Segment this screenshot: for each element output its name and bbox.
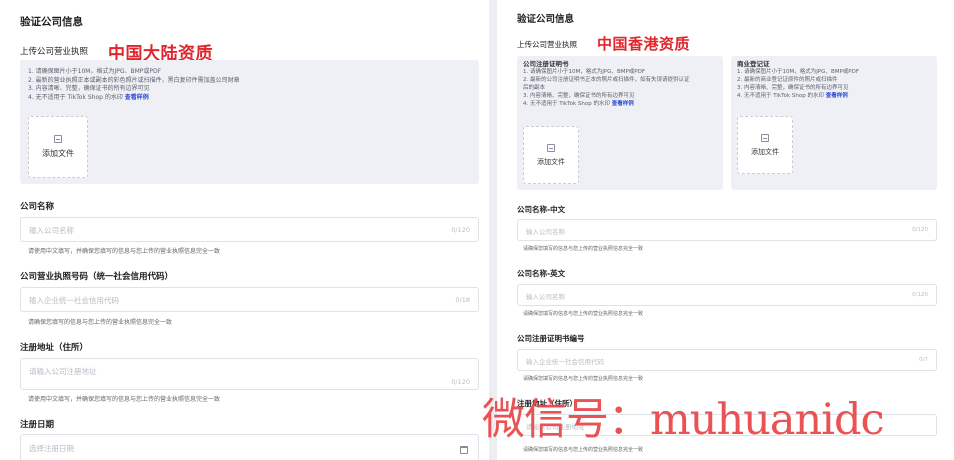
file-icon — [54, 135, 62, 143]
registration-date-label: 注册日期 — [20, 420, 55, 430]
field-hint: 请确保您填写的信息与您上传的营业执照信息完全一致 — [523, 246, 644, 252]
cert-number-label: 公司注册证明书编号 — [517, 334, 585, 343]
input-placeholder: 输入公司名称 — [526, 293, 565, 301]
input-placeholder: 请输入公司注册地址 — [29, 367, 97, 376]
char-counter: 0/120 — [451, 378, 470, 386]
upload-instructions: 商业登记证 1. 请确保图片小于10M，格式为JPG、BMP或PDF 2. 最新… — [737, 60, 859, 101]
file-icon — [761, 133, 769, 142]
input-placeholder: 输入企业统一社会信用代码 — [29, 296, 119, 305]
instruction-line: 4. 无不适用于 TikTok Shop 的水印 查看样例 — [523, 100, 634, 107]
upload-label: 上传公司营业执照 — [20, 47, 89, 57]
input-placeholder: 输入公司名称 — [29, 226, 74, 235]
instruction-line: 3. 内容清晰、完整，确保证书的所有边界可见 — [523, 92, 635, 99]
field-hint: 请确保您填写的信息与您上传的营业执照信息完全一致 — [523, 447, 644, 453]
company-name-input[interactable]: 输入公司名称 0/120 — [20, 217, 479, 242]
upload-area: 1. 请确保图片小于10M，格式为JPG、BMP或PDF 2. 最新的营业执照正… — [20, 60, 479, 184]
registration-date-picker[interactable]: 选择注册日期 — [20, 434, 479, 460]
add-file-label: 添加文件 — [42, 149, 74, 158]
mainland-form-panel: 验证公司信息 上传公司营业执照 中国大陆资质 1. 请确保图片小于10M，格式为… — [0, 0, 489, 460]
cert-incorporation-upload: 公司注册证明书 1. 请确保图片小于10M，格式为JPG、BMP或PDF 2. … — [517, 56, 723, 190]
license-number-input[interactable]: 输入企业统一社会信用代码 0/18 — [20, 287, 479, 312]
upload-label: 上传公司营业执照 — [517, 40, 577, 49]
instruction-line: 1. 请确保图片小于10M，格式为JPG、BMP或PDF — [523, 68, 645, 75]
instruction-line: 后的副本 — [523, 84, 546, 91]
company-name-en-label: 公司名称-英文 — [517, 269, 566, 278]
field-hint: 请确保您填写的信息与您上传的营业执照信息完全一致 — [523, 311, 644, 317]
view-sample-link[interactable]: 查看样例 — [125, 94, 149, 101]
cert-title: 公司注册证明书 — [523, 60, 569, 68]
char-counter: 0/120 — [912, 227, 928, 233]
upload-instructions: 1. 请确保图片小于10M，格式为JPG、BMP或PDF 2. 最新的营业执照正… — [28, 68, 240, 102]
char-counter: 0/120 — [451, 226, 470, 234]
input-placeholder: 选择注册日期 — [29, 444, 74, 453]
company-name-label: 公司名称 — [20, 202, 55, 212]
file-icon — [547, 143, 555, 152]
license-number-label: 公司营业执照号码（统一社会信用代码） — [20, 272, 174, 282]
add-file-button[interactable]: 添加文件 — [28, 116, 88, 178]
company-name-cn-label: 公司名称-中文 — [517, 205, 566, 214]
upload-instructions: 公司注册证明书 1. 请确保图片小于10M，格式为JPG、BMP或PDF 2. … — [523, 60, 690, 108]
input-placeholder: 输入企业统一社会信用代码 — [526, 358, 604, 366]
page-title: 验证公司信息 — [517, 14, 575, 25]
view-sample-link[interactable]: 查看样例 — [612, 101, 634, 107]
instruction-line: 3. 内容清晰、完整，确保证书的所有边界可见 — [737, 84, 849, 91]
business-registration-upload: 商业登记证 1. 请确保图片小于10M，格式为JPG、BMP或PDF 2. 最新… — [731, 56, 937, 190]
char-counter: 0/120 — [912, 292, 928, 298]
cert-number-input[interactable]: 输入企业统一社会信用代码 0/7 — [517, 349, 937, 371]
instruction-line: 2. 最新的商业登记证原件的照片或扫描件 — [737, 76, 838, 83]
instruction-line: 4. 无不适用于 TikTok Shop 的水印 查看样例 — [737, 92, 848, 99]
field-hint: 请使用中文填写，并确保您填写的信息与您上传的营业执照信息完全一致 — [28, 248, 221, 255]
add-file-button[interactable]: 添加文件 — [523, 126, 579, 184]
watermark-text: 微信号：muhuanidc — [482, 395, 885, 445]
instruction-line: 1. 请确保图片小于10M，格式为JPG、BMP或PDF — [737, 68, 859, 75]
instruction-line: 4. 无不适用于 TikTok Shop 的水印 查看样例 — [28, 93, 149, 101]
instruction-line: 2. 最新的公司注册证明书正本的照片或扫描件，如有失误请提供认证 — [523, 76, 690, 83]
instruction-line: 1. 请确保图片小于10M，格式为JPG、BMP或PDF — [28, 68, 162, 75]
instruction-line: 3. 内容清晰、完整，确保证书的所有边界可见 — [28, 85, 150, 93]
cert-title: 商业登记证 — [737, 60, 770, 68]
instruction-line: 2. 最新的营业执照正本或副本的彩色照片或扫描件，黑白复印件需加盖公司财章 — [28, 76, 240, 84]
char-counter: 0/18 — [455, 296, 470, 304]
field-hint: 请确保您填写的信息与您上传的营业执照信息完全一致 — [523, 376, 644, 382]
add-file-label: 添加文件 — [537, 157, 565, 166]
registered-address-input[interactable]: 请输入公司注册地址 0/120 — [20, 358, 479, 390]
view-sample-link[interactable]: 查看样例 — [826, 93, 848, 99]
char-counter: 0/7 — [919, 357, 928, 363]
field-hint: 请使用中文填写，并确保您填写的信息与您上传的营业执照信息完全一致 — [28, 396, 221, 403]
page-title: 验证公司信息 — [20, 16, 83, 28]
company-name-cn-input[interactable]: 输入公司名称 0/120 — [517, 219, 937, 241]
calendar-icon[interactable] — [460, 446, 468, 454]
region-tag: 中国香港资质 — [597, 35, 691, 53]
company-name-en-input[interactable]: 输入公司名称 0/120 — [517, 284, 937, 306]
add-file-label: 添加文件 — [751, 147, 779, 156]
registered-address-label: 注册地址（住所） — [20, 343, 89, 353]
add-file-button[interactable]: 添加文件 — [737, 116, 793, 174]
input-placeholder: 输入公司名称 — [526, 228, 565, 236]
field-hint: 请确保您填写的信息与您上传的营业执照信息完全一致 — [28, 319, 173, 326]
